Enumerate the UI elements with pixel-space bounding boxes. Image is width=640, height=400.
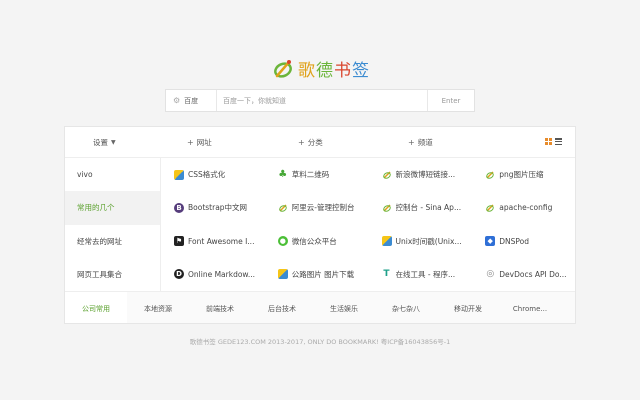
bootstrap-icon: B: [174, 202, 184, 213]
bookmark-grid: CSS格式化 ♣ 草料二维码 新浪微博短链接... png图片压缩 B Bootst…: [162, 158, 575, 291]
font-awesome-icon: ⚑: [174, 236, 184, 247]
tools-icon: T: [381, 269, 392, 280]
bookmark-label: DNSPod: [499, 236, 530, 246]
bookmark-link[interactable]: ◎ DevDocs API Do...: [473, 258, 575, 291]
search-engine-label: 百度: [184, 96, 199, 105]
bookmark-link[interactable]: ⚑ Font Awesome I...: [162, 225, 266, 258]
bookmark-label: Unix时间戳(Unix...: [395, 236, 462, 246]
bookmark-panel: 设置 ▼ + 网址 + 分类 + 频道 vivo 常用的几个 经常去的网址 网页…: [64, 126, 576, 324]
css-format-icon: [174, 169, 184, 180]
settings-label: 设置: [93, 138, 108, 147]
search-bar: ⚙ 百度 Enter: [165, 89, 475, 112]
plus-icon: +: [187, 138, 194, 147]
channel-tabs: 公司常用 本地资源 前端技术 后台技术 生活娱乐 杂七杂八 移动开发 Chrom…: [65, 291, 575, 323]
panel-toolbar: 设置 ▼ + 网址 + 分类 + 频道: [65, 127, 575, 158]
logo[interactable]: 歌德书签: [272, 54, 372, 82]
bookmark-link[interactable]: B Bootstrap中文网: [162, 191, 266, 224]
view-toggle: [545, 138, 562, 145]
list-view-icon[interactable]: [555, 138, 562, 145]
settings-dropdown[interactable]: 设置 ▼: [93, 127, 116, 158]
add-category-button[interactable]: + 分类: [298, 127, 323, 158]
leaf-icon: [277, 202, 288, 213]
channel-tab[interactable]: 杂七杂八: [375, 292, 437, 323]
bookmark-link[interactable]: T 在线工具 - 程序...: [370, 258, 474, 291]
channel-tab[interactable]: 零: [561, 292, 575, 323]
logo-char: 歌: [298, 60, 316, 81]
bookmark-label: Font Awesome I...: [188, 236, 255, 246]
qr-code-icon: ♣: [277, 169, 288, 181]
gear-icon: ⚙: [173, 96, 181, 105]
devdocs-icon: ◎: [485, 269, 496, 280]
bookmark-link[interactable]: apache-config: [473, 191, 575, 224]
add-category-label: 分类: [307, 138, 323, 147]
bookmark-label: 草料二维码: [291, 170, 330, 180]
footer-copyright: 歌德书签 GEDE123.COM 2013-2017, ONLY DO BOOK…: [189, 338, 451, 346]
category-list: vivo 常用的几个 经常去的网址 网页工具集合: [65, 158, 161, 291]
leaf-icon: [485, 169, 496, 180]
bookmark-label: png图片压缩: [499, 170, 544, 180]
bookmark-label: 公路图片 图片下载: [291, 269, 355, 279]
leaf-icon: [381, 202, 392, 213]
channel-tab[interactable]: 后台技术: [251, 292, 313, 323]
plus-icon: +: [408, 138, 415, 147]
bookmark-label: DevDocs API Do...: [499, 269, 567, 279]
bookmark-label: CSS格式化: [188, 170, 226, 180]
markdown-icon: D: [174, 269, 184, 280]
chevron-down-icon: ▼: [111, 139, 116, 146]
bookmark-link[interactable]: ♣ 草料二维码: [266, 158, 370, 191]
category-item[interactable]: 常用的几个: [65, 191, 160, 225]
bookmark-label: apache-config: [499, 203, 553, 213]
channel-tab[interactable]: 公司常用: [65, 292, 127, 323]
bookmark-link[interactable]: 阿里云-管理控制台: [266, 191, 370, 224]
channel-tab[interactable]: Chrome...: [499, 292, 561, 323]
category-item[interactable]: 经常去的网址: [65, 225, 160, 258]
channel-tab[interactable]: 生活娱乐: [313, 292, 375, 323]
bookmark-link[interactable]: ◆ DNSPod: [473, 225, 575, 258]
bookmark-label: 微信公众平台: [291, 236, 337, 246]
logo-char: 书: [334, 60, 352, 81]
logo-text: 歌德书签: [298, 56, 370, 81]
bookmark-link[interactable]: ● 微信公众平台: [266, 225, 370, 258]
bookmark-label: 控制台 - Sina Ap...: [395, 203, 462, 213]
wechat-icon: ●: [277, 236, 288, 247]
bookmark-label: 新浪微博短链接...: [395, 170, 456, 180]
search-input[interactable]: [217, 90, 427, 111]
leaf-icon: [485, 202, 496, 213]
add-channel-label: 频道: [417, 138, 433, 147]
bookmark-label: Online Markdow...: [188, 269, 256, 279]
bookmark-link[interactable]: png图片压缩: [473, 158, 575, 191]
unix-time-icon: [381, 236, 392, 247]
bookmark-label: 在线工具 - 程序...: [395, 269, 456, 279]
add-site-label: 网址: [196, 138, 212, 147]
add-site-button[interactable]: + 网址: [187, 127, 212, 158]
bookmark-label: Bootstrap中文网: [188, 203, 248, 213]
logo-icon: [274, 60, 292, 78]
category-item[interactable]: 网页工具集合: [65, 258, 160, 291]
bookmark-link[interactable]: 新浪微博短链接...: [370, 158, 474, 191]
plus-icon: +: [298, 138, 305, 147]
channel-tab[interactable]: 前端技术: [189, 292, 251, 323]
bookmark-link[interactable]: 控制台 - Sina Ap...: [370, 191, 474, 224]
logo-char: 德: [316, 60, 334, 81]
logo-char: 签: [352, 60, 370, 81]
bookmark-link[interactable]: Unix时间戳(Unix...: [370, 225, 474, 258]
add-channel-button[interactable]: + 频道: [408, 127, 433, 158]
bookmark-link[interactable]: D Online Markdow...: [162, 258, 266, 291]
bookmark-link[interactable]: 公路图片 图片下载: [266, 258, 370, 291]
bookmark-link[interactable]: CSS格式化: [162, 158, 266, 191]
bookmark-label: 阿里云-管理控制台: [291, 203, 355, 213]
dnspod-icon: ◆: [485, 236, 496, 247]
leaf-icon: [381, 169, 392, 180]
grid-view-icon[interactable]: [545, 138, 552, 145]
image-icon: [277, 269, 288, 280]
channel-tab[interactable]: 移动开发: [437, 292, 499, 323]
search-enter-button[interactable]: Enter: [427, 90, 474, 111]
search-engine-select[interactable]: ⚙ 百度: [166, 90, 217, 111]
category-item[interactable]: vivo: [65, 158, 160, 191]
channel-tab[interactable]: 本地资源: [127, 292, 189, 323]
